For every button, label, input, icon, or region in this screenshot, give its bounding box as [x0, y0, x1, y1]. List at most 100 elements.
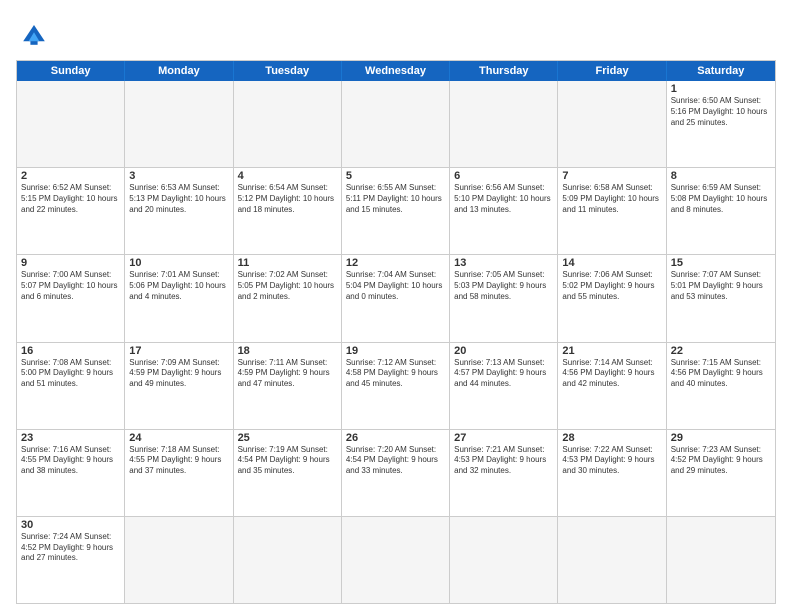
cal-cell: 8Sunrise: 6:59 AM Sunset: 5:08 PM Daylig… [667, 168, 775, 254]
cal-cell: 11Sunrise: 7:02 AM Sunset: 5:05 PM Dayli… [234, 255, 342, 341]
cal-header-sunday: Sunday [17, 61, 125, 81]
cal-cell [667, 517, 775, 603]
cal-header-monday: Monday [125, 61, 233, 81]
calendar-header-row: SundayMondayTuesdayWednesdayThursdayFrid… [17, 61, 775, 81]
day-info: Sunrise: 7:20 AM Sunset: 4:54 PM Dayligh… [346, 445, 445, 477]
cal-cell: 16Sunrise: 7:08 AM Sunset: 5:00 PM Dayli… [17, 343, 125, 429]
day-info: Sunrise: 6:55 AM Sunset: 5:11 PM Dayligh… [346, 183, 445, 215]
cal-cell: 21Sunrise: 7:14 AM Sunset: 4:56 PM Dayli… [558, 343, 666, 429]
day-info: Sunrise: 7:22 AM Sunset: 4:53 PM Dayligh… [562, 445, 661, 477]
day-info: Sunrise: 6:56 AM Sunset: 5:10 PM Dayligh… [454, 183, 553, 215]
cal-cell: 17Sunrise: 7:09 AM Sunset: 4:59 PM Dayli… [125, 343, 233, 429]
day-number: 21 [562, 345, 661, 357]
cal-cell: 5Sunrise: 6:55 AM Sunset: 5:11 PM Daylig… [342, 168, 450, 254]
cal-cell: 26Sunrise: 7:20 AM Sunset: 4:54 PM Dayli… [342, 430, 450, 516]
cal-cell: 6Sunrise: 6:56 AM Sunset: 5:10 PM Daylig… [450, 168, 558, 254]
cal-cell [558, 81, 666, 167]
cal-header-wednesday: Wednesday [342, 61, 450, 81]
cal-cell: 18Sunrise: 7:11 AM Sunset: 4:59 PM Dayli… [234, 343, 342, 429]
day-info: Sunrise: 6:54 AM Sunset: 5:12 PM Dayligh… [238, 183, 337, 215]
header [16, 16, 776, 52]
cal-cell: 15Sunrise: 7:07 AM Sunset: 5:01 PM Dayli… [667, 255, 775, 341]
day-info: Sunrise: 7:08 AM Sunset: 5:00 PM Dayligh… [21, 358, 120, 390]
cal-cell [125, 517, 233, 603]
day-info: Sunrise: 7:21 AM Sunset: 4:53 PM Dayligh… [454, 445, 553, 477]
day-number: 17 [129, 345, 228, 357]
day-info: Sunrise: 6:50 AM Sunset: 5:16 PM Dayligh… [671, 96, 771, 128]
day-number: 13 [454, 257, 553, 269]
cal-header-thursday: Thursday [450, 61, 558, 81]
day-info: Sunrise: 7:16 AM Sunset: 4:55 PM Dayligh… [21, 445, 120, 477]
cal-cell: 9Sunrise: 7:00 AM Sunset: 5:07 PM Daylig… [17, 255, 125, 341]
cal-header-tuesday: Tuesday [234, 61, 342, 81]
cal-cell [342, 517, 450, 603]
day-number: 15 [671, 257, 771, 269]
cal-cell: 1Sunrise: 6:50 AM Sunset: 5:16 PM Daylig… [667, 81, 775, 167]
logo-icon [16, 16, 52, 52]
day-number: 6 [454, 170, 553, 182]
day-number: 5 [346, 170, 445, 182]
day-number: 16 [21, 345, 120, 357]
logo [16, 16, 56, 52]
cal-cell [342, 81, 450, 167]
day-info: Sunrise: 6:58 AM Sunset: 5:09 PM Dayligh… [562, 183, 661, 215]
cal-cell: 19Sunrise: 7:12 AM Sunset: 4:58 PM Dayli… [342, 343, 450, 429]
day-number: 9 [21, 257, 120, 269]
day-info: Sunrise: 6:59 AM Sunset: 5:08 PM Dayligh… [671, 183, 771, 215]
day-info: Sunrise: 7:00 AM Sunset: 5:07 PM Dayligh… [21, 270, 120, 302]
cal-cell: 14Sunrise: 7:06 AM Sunset: 5:02 PM Dayli… [558, 255, 666, 341]
day-number: 30 [21, 519, 120, 531]
day-info: Sunrise: 7:18 AM Sunset: 4:55 PM Dayligh… [129, 445, 228, 477]
day-info: Sunrise: 7:05 AM Sunset: 5:03 PM Dayligh… [454, 270, 553, 302]
cal-cell: 29Sunrise: 7:23 AM Sunset: 4:52 PM Dayli… [667, 430, 775, 516]
day-info: Sunrise: 7:04 AM Sunset: 5:04 PM Dayligh… [346, 270, 445, 302]
cal-week-2: 2Sunrise: 6:52 AM Sunset: 5:15 PM Daylig… [17, 167, 775, 254]
day-number: 24 [129, 432, 228, 444]
cal-cell: 24Sunrise: 7:18 AM Sunset: 4:55 PM Dayli… [125, 430, 233, 516]
day-info: Sunrise: 7:12 AM Sunset: 4:58 PM Dayligh… [346, 358, 445, 390]
cal-week-4: 16Sunrise: 7:08 AM Sunset: 5:00 PM Dayli… [17, 342, 775, 429]
day-number: 2 [21, 170, 120, 182]
calendar: SundayMondayTuesdayWednesdayThursdayFrid… [16, 60, 776, 604]
day-number: 20 [454, 345, 553, 357]
day-info: Sunrise: 7:13 AM Sunset: 4:57 PM Dayligh… [454, 358, 553, 390]
page: SundayMondayTuesdayWednesdayThursdayFrid… [0, 0, 792, 612]
cal-header-saturday: Saturday [667, 61, 775, 81]
cal-cell [450, 517, 558, 603]
day-number: 29 [671, 432, 771, 444]
day-number: 11 [238, 257, 337, 269]
day-number: 14 [562, 257, 661, 269]
cal-cell [558, 517, 666, 603]
day-info: Sunrise: 7:07 AM Sunset: 5:01 PM Dayligh… [671, 270, 771, 302]
cal-cell: 22Sunrise: 7:15 AM Sunset: 4:56 PM Dayli… [667, 343, 775, 429]
day-number: 26 [346, 432, 445, 444]
cal-header-friday: Friday [558, 61, 666, 81]
cal-cell: 23Sunrise: 7:16 AM Sunset: 4:55 PM Dayli… [17, 430, 125, 516]
day-number: 22 [671, 345, 771, 357]
day-info: Sunrise: 7:06 AM Sunset: 5:02 PM Dayligh… [562, 270, 661, 302]
day-number: 12 [346, 257, 445, 269]
day-number: 4 [238, 170, 337, 182]
cal-cell [234, 517, 342, 603]
cal-cell: 10Sunrise: 7:01 AM Sunset: 5:06 PM Dayli… [125, 255, 233, 341]
day-number: 8 [671, 170, 771, 182]
day-number: 18 [238, 345, 337, 357]
cal-cell: 13Sunrise: 7:05 AM Sunset: 5:03 PM Dayli… [450, 255, 558, 341]
cal-week-1: 1Sunrise: 6:50 AM Sunset: 5:16 PM Daylig… [17, 81, 775, 167]
cal-cell: 30Sunrise: 7:24 AM Sunset: 4:52 PM Dayli… [17, 517, 125, 603]
cal-cell: 20Sunrise: 7:13 AM Sunset: 4:57 PM Dayli… [450, 343, 558, 429]
day-number: 27 [454, 432, 553, 444]
day-number: 10 [129, 257, 228, 269]
day-info: Sunrise: 7:02 AM Sunset: 5:05 PM Dayligh… [238, 270, 337, 302]
day-number: 3 [129, 170, 228, 182]
day-info: Sunrise: 6:52 AM Sunset: 5:15 PM Dayligh… [21, 183, 120, 215]
cal-cell: 7Sunrise: 6:58 AM Sunset: 5:09 PM Daylig… [558, 168, 666, 254]
cal-cell: 27Sunrise: 7:21 AM Sunset: 4:53 PM Dayli… [450, 430, 558, 516]
cal-cell: 2Sunrise: 6:52 AM Sunset: 5:15 PM Daylig… [17, 168, 125, 254]
day-info: Sunrise: 7:01 AM Sunset: 5:06 PM Dayligh… [129, 270, 228, 302]
cal-cell [125, 81, 233, 167]
cal-cell: 4Sunrise: 6:54 AM Sunset: 5:12 PM Daylig… [234, 168, 342, 254]
day-info: Sunrise: 7:24 AM Sunset: 4:52 PM Dayligh… [21, 532, 120, 564]
cal-week-6: 30Sunrise: 7:24 AM Sunset: 4:52 PM Dayli… [17, 516, 775, 603]
day-info: Sunrise: 7:14 AM Sunset: 4:56 PM Dayligh… [562, 358, 661, 390]
